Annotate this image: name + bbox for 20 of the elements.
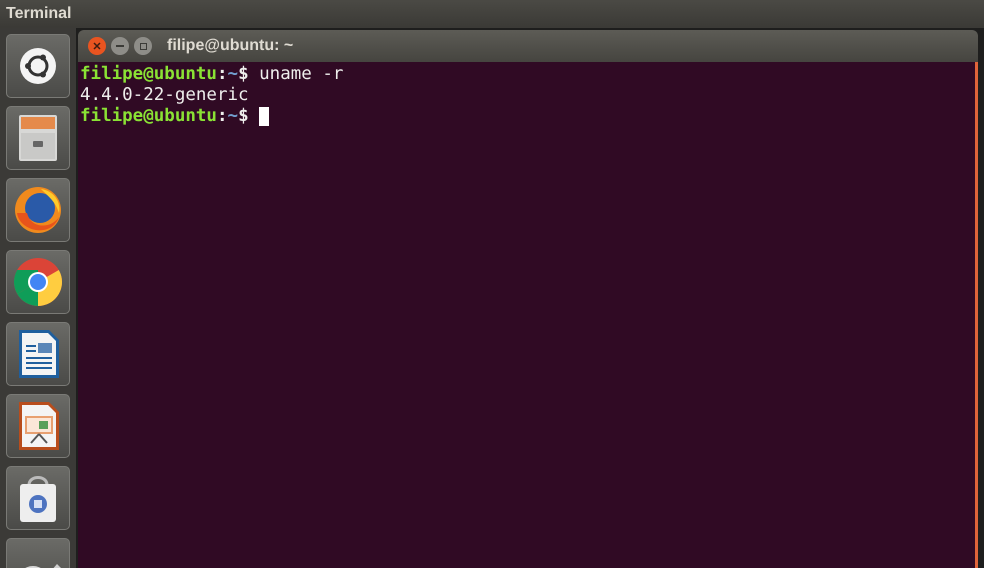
window-title: filipe@ubuntu: ~ <box>167 36 294 56</box>
launcher-item[interactable] <box>6 178 70 242</box>
app-title: Terminal <box>6 4 72 24</box>
maximize-button[interactable] <box>134 37 152 55</box>
chrome-icon <box>11 255 65 309</box>
launcher-item[interactable] <box>6 322 70 386</box>
command-text: uname -r <box>258 64 344 85</box>
prompt-text: filipe@ubuntu:~$ <box>80 106 249 127</box>
launcher-item[interactable] <box>6 394 70 458</box>
maximize-icon <box>140 42 146 50</box>
output-line: 4.4.0-22-generic <box>80 85 249 106</box>
minimize-icon <box>116 45 124 47</box>
prompt-text: filipe@ubuntu:~$ <box>80 64 249 85</box>
minimize-button[interactable] <box>111 37 129 55</box>
launcher-item[interactable] <box>6 106 70 170</box>
close-icon <box>93 42 101 50</box>
launcher-item[interactable] <box>6 250 70 314</box>
close-button[interactable] <box>88 37 106 55</box>
launcher-item[interactable] <box>6 466 70 530</box>
launcher-item[interactable] <box>6 34 70 98</box>
